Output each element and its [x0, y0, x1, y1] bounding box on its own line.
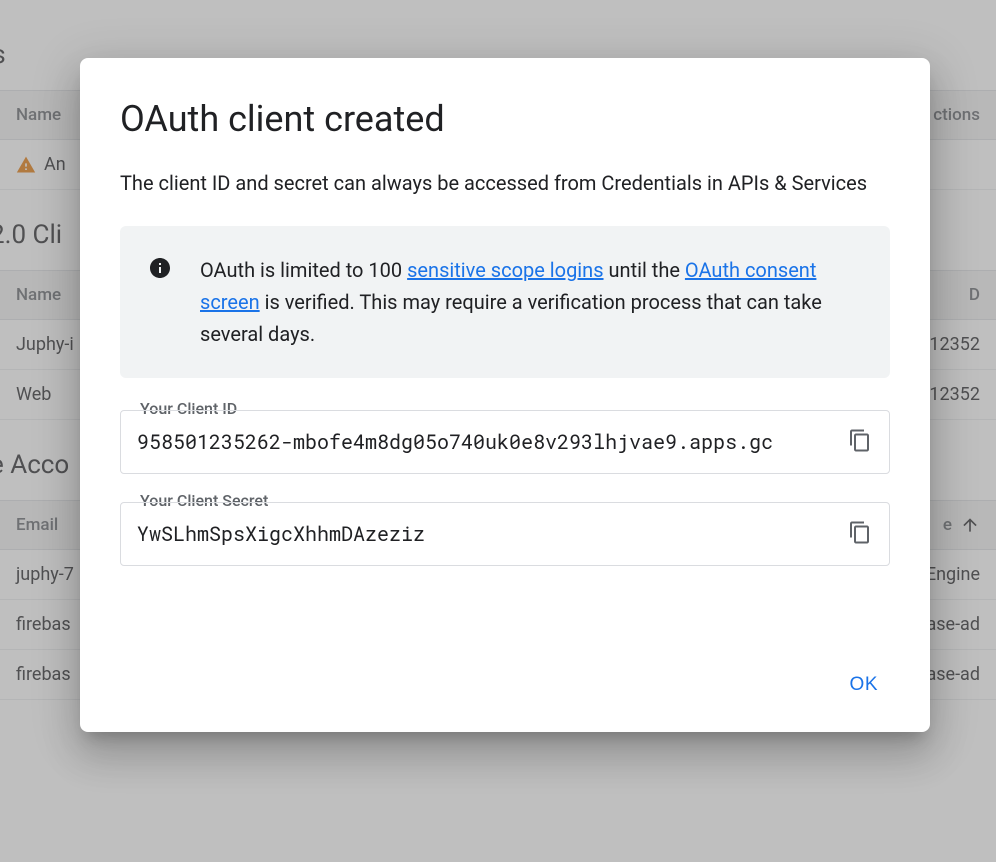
info-icon [148, 256, 172, 284]
sensitive-scope-logins-link[interactable]: sensitive scope logins [407, 258, 603, 282]
copy-icon [848, 521, 872, 548]
copy-client-id-button[interactable] [844, 425, 876, 460]
ok-button[interactable]: OK [838, 666, 890, 704]
dialog-actions: OK [120, 666, 890, 704]
copy-icon [848, 429, 872, 456]
client-id-field-wrapper: Your Client ID 958501235262-mbofe4m8dg05… [120, 410, 890, 474]
oauth-client-created-dialog: OAuth client created The client ID and s… [80, 58, 930, 732]
dialog-title: OAuth client created [120, 98, 890, 140]
client-id-value[interactable]: 958501235262-mbofe4m8dg05o740uk0e8v293lh… [120, 410, 890, 474]
copy-client-secret-button[interactable] [844, 517, 876, 552]
dialog-subtitle: The client ID and secret can always be a… [120, 168, 890, 198]
info-text: OAuth is limited to 100 sensitive scope … [200, 254, 862, 350]
client-secret-field-wrapper: Your Client Secret YwSLhmSpsXigcXhhmDAze… [120, 502, 890, 566]
client-secret-value[interactable]: YwSLhmSpsXigcXhhmDAzeziz [120, 502, 890, 566]
info-callout: OAuth is limited to 100 sensitive scope … [120, 226, 890, 378]
